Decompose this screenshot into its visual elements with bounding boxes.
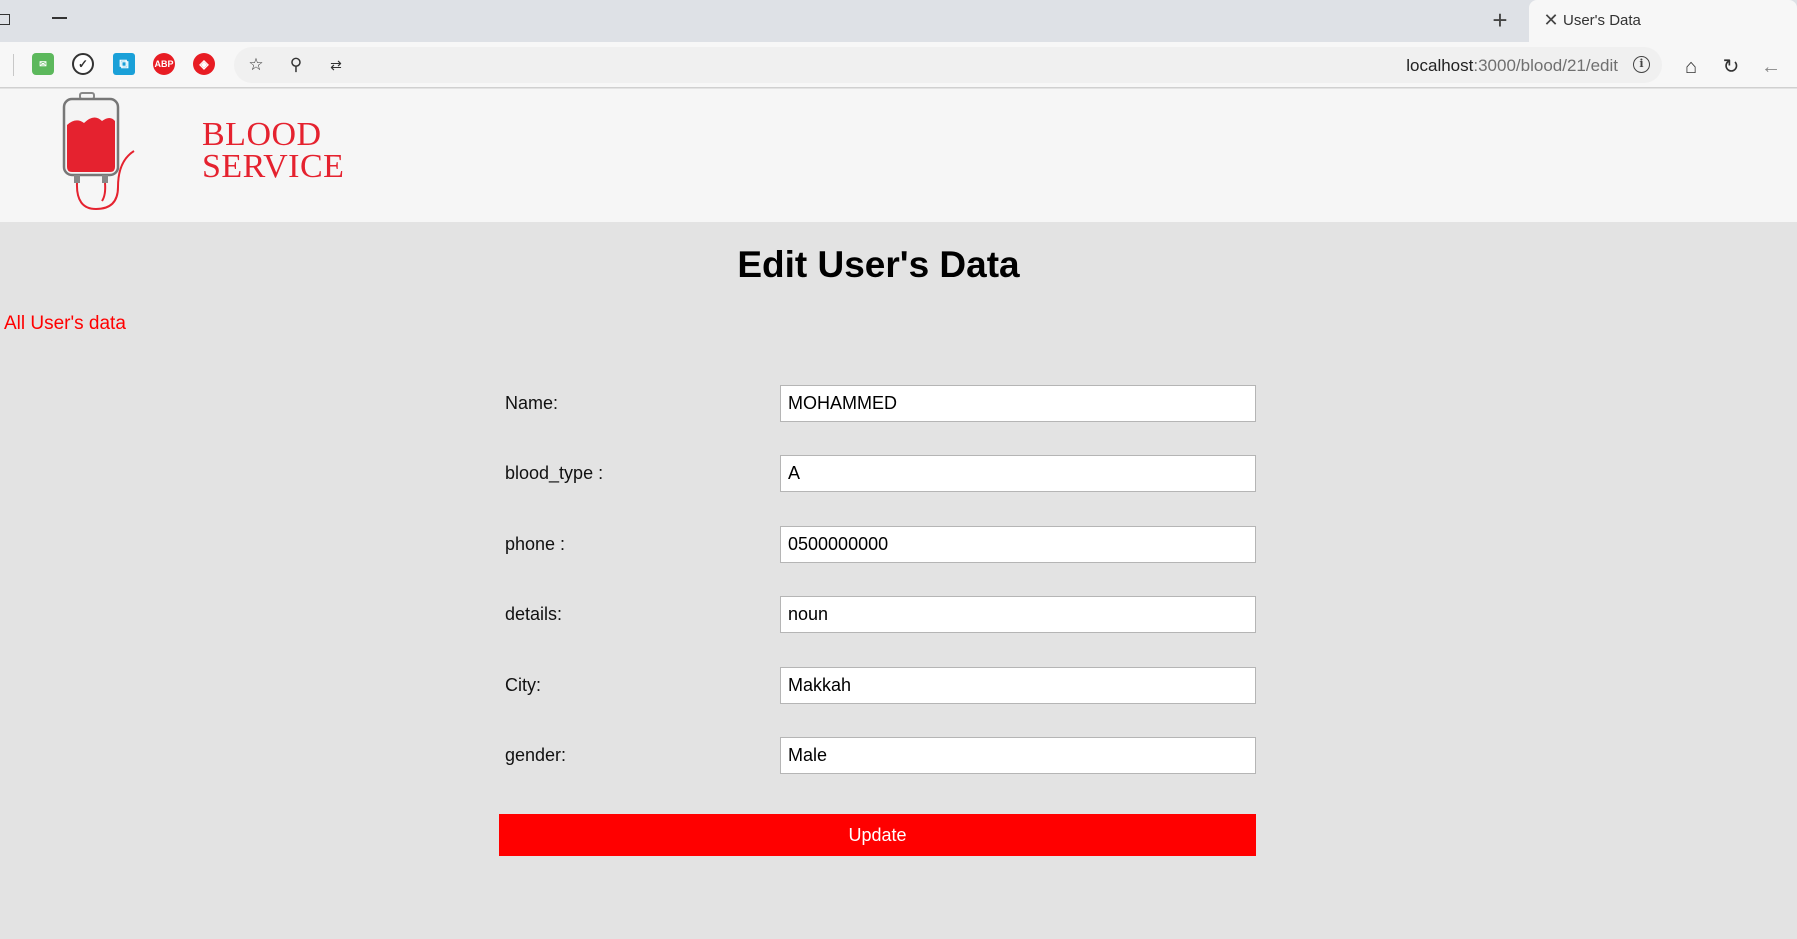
info-icon[interactable]: i	[1633, 56, 1650, 73]
phone-label: phone :	[505, 534, 566, 554]
back-arrow-icon[interactable]: ←	[1760, 56, 1782, 78]
star-icon[interactable]: ☆	[246, 55, 266, 75]
mail-extension-icon[interactable]: ✉	[32, 53, 54, 75]
zoom-icon[interactable]: ⚲	[286, 55, 306, 75]
browser-toolbar: ✉ ✓ ⧉ ABP ◈ ☆ ⚲ ⇄ localhost:3000/blood/2…	[0, 42, 1797, 88]
form-row-phone: phone :	[499, 526, 1256, 563]
shield-extension-icon[interactable]: ✓	[72, 53, 94, 75]
url-text[interactable]: localhost:3000/blood/21/edit	[1406, 56, 1618, 76]
update-button[interactable]: Update	[499, 814, 1256, 856]
ublock-extension-icon[interactable]: ◈	[193, 53, 215, 75]
window-minimize-icon[interactable]	[52, 17, 67, 19]
form-row-name: Name:	[499, 385, 1256, 422]
form-row-blood-type: blood_type :	[499, 455, 1256, 492]
city-input[interactable]	[780, 667, 1256, 704]
browser-tab-bar: + ✕ User's Data	[0, 0, 1797, 42]
blood-service-logo[interactable]: BLOOD SERVICE	[62, 91, 344, 211]
site-header: BLOOD SERVICE	[0, 89, 1797, 222]
name-input[interactable]	[780, 385, 1256, 422]
new-tab-button[interactable]: +	[1488, 7, 1512, 33]
blood-type-label: blood_type :	[505, 463, 604, 483]
window-restore-icon[interactable]	[0, 14, 10, 25]
logo-line-2: SERVICE	[202, 148, 345, 185]
city-label: City:	[505, 675, 541, 695]
gender-input[interactable]	[780, 737, 1256, 774]
name-label: Name:	[505, 393, 559, 413]
home-icon[interactable]: ⌂	[1680, 56, 1702, 78]
browser-tab-active[interactable]: ✕ User's Data	[1529, 0, 1797, 42]
logo-text: BLOOD SERVICE	[202, 116, 345, 185]
adblock-extension-icon[interactable]: ABP	[153, 53, 175, 75]
details-label: details:	[505, 604, 563, 624]
url-path: :3000/blood/21/edit	[1473, 56, 1618, 75]
page-title: Edit User's Data	[737, 244, 1020, 285]
tab-title: User's Data	[1563, 12, 1641, 29]
logo-line-1: BLOOD	[202, 116, 322, 153]
gender-label: gender:	[505, 745, 567, 765]
translate-icon[interactable]: ⇄	[326, 55, 346, 75]
toolbar-divider	[13, 54, 14, 76]
blood-type-input[interactable]	[780, 455, 1256, 492]
form-row-details: details:	[499, 596, 1256, 633]
form-row-gender: gender:	[499, 737, 1256, 774]
form-row-city: City:	[499, 667, 1256, 704]
details-input[interactable]	[780, 596, 1256, 633]
address-bar[interactable]: ☆ ⚲ ⇄ localhost:3000/blood/21/edit i	[234, 47, 1662, 83]
copy-extension-icon[interactable]: ⧉	[113, 53, 135, 75]
url-host: localhost	[1406, 56, 1474, 75]
all-users-link[interactable]: All User's data	[4, 313, 126, 335]
phone-input[interactable]	[780, 526, 1256, 563]
close-icon[interactable]: ✕	[1541, 10, 1561, 30]
reload-icon[interactable]: ↻	[1720, 56, 1742, 78]
